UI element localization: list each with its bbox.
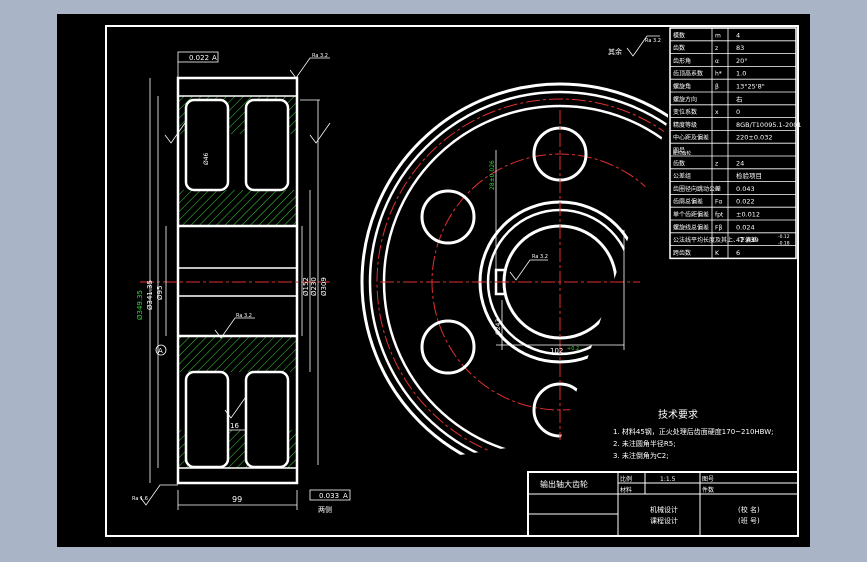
svg-text:Ra 3.2: Ra 3.2	[236, 313, 252, 319]
param-sym: m	[715, 32, 721, 39]
web-hatch-top	[178, 190, 297, 226]
material-label: 材料	[620, 486, 632, 494]
tip-diameter-label: Ø349.35	[136, 290, 144, 320]
param-sym: z	[715, 45, 718, 52]
svg-text:Ra 3.2: Ra 3.2	[312, 53, 328, 59]
svg-text:A: A	[212, 54, 217, 62]
param-val: 220±0.032	[736, 134, 772, 142]
scale-label: 比例	[620, 475, 632, 483]
param-name: 齿圈径向跳动公差	[673, 185, 721, 193]
param-name: 单个齿距偏差	[673, 211, 709, 219]
tech-req-item: 1. 材料45钢，正火处理后齿面硬度170~210HBW;	[613, 427, 774, 436]
param-name: 齿顶高系数	[673, 70, 703, 78]
svg-text:A: A	[158, 347, 163, 355]
param-val: 检验项目	[736, 171, 762, 180]
model-space	[57, 14, 810, 547]
hub-diameter-label: Ø152	[302, 277, 310, 296]
svg-text:0.033: 0.033	[319, 492, 339, 500]
svg-text:课程设计: 课程设计	[650, 516, 678, 525]
tolerance-lower: -0.18	[778, 240, 790, 246]
pitch-diameter-label: Ø341.35	[146, 280, 154, 310]
hole-diameter-label: Ø46	[203, 152, 210, 165]
hub-length-dimension: 16	[230, 422, 239, 430]
drawing-number-label: 图号	[702, 476, 714, 483]
width-dimension: 99	[232, 495, 242, 504]
param-val: 42.439	[736, 236, 759, 244]
tech-req-item: 3. 未注倒角为C2;	[613, 451, 669, 460]
param-val: 20°	[736, 57, 748, 65]
svg-text:Ra 3.2: Ra 3.2	[532, 254, 548, 260]
param-val: 0.043	[736, 185, 755, 193]
param-sym: h*	[715, 71, 722, 78]
pcd-label: Ø243	[495, 319, 502, 335]
param-name: 齿数	[673, 44, 685, 52]
param-sym: z	[715, 160, 718, 167]
tolerance-upper: -0.12	[778, 234, 790, 240]
param-sym: Fβ	[715, 224, 722, 231]
keyway-depth-label: 102	[550, 347, 563, 355]
param-name: 齿廓总偏差	[673, 198, 703, 206]
param-sym: β	[715, 84, 719, 91]
svg-text:0.022: 0.022	[189, 54, 209, 62]
web-hatch-bottom	[178, 336, 297, 372]
both-sides-note: 两侧	[318, 505, 332, 514]
svg-text:(班 号): (班 号)	[738, 516, 760, 525]
rest-roughness-note: 其余	[608, 47, 622, 56]
svg-text:Ra 3.2: Ra 3.2	[645, 38, 661, 44]
tech-req-item: 2. 未注圆角半径R5;	[613, 439, 676, 448]
pair-gear-label: 配对齿轮	[673, 150, 691, 157]
param-val: 1.0	[736, 70, 746, 78]
course-name: 机械设计	[650, 505, 678, 514]
quantity-label: 件数	[702, 486, 714, 494]
param-val: 24	[736, 159, 744, 167]
param-name: 齿形角	[673, 57, 691, 65]
scale-value: 1:1.5	[660, 476, 676, 483]
param-name: 公差组	[673, 172, 691, 180]
param-val: 0.024	[736, 223, 755, 231]
tech-req-title: 技术要求	[658, 408, 698, 421]
rim-diameter-label: Ø309	[320, 277, 328, 296]
svg-text:+0.2: +0.2	[567, 346, 579, 352]
param-val: 右	[736, 94, 743, 103]
school-name: (校 名)	[738, 505, 760, 514]
param-name: 精度等级	[673, 121, 697, 129]
param-val: 83	[736, 44, 744, 52]
svg-text:Ra 1.6: Ra 1.6	[132, 496, 148, 502]
param-name: 跨齿数	[673, 249, 691, 257]
param-val: 6	[736, 249, 740, 257]
param-val: 0	[736, 108, 740, 116]
key-width-label: 28±0.026	[489, 160, 496, 190]
param-name: 模数	[673, 31, 685, 39]
param-val: 8GB/T10095.1-2001	[736, 121, 802, 129]
param-val: ±0.012	[736, 211, 760, 219]
param-name: 中心距及偏差	[673, 134, 709, 142]
param-val: 13°25'8"	[736, 83, 765, 91]
param-sym: fpt	[715, 212, 724, 219]
svg-text:A: A	[343, 492, 348, 500]
bore-diameter-label: Ø95	[156, 286, 164, 300]
param-name: 变位系数	[673, 108, 697, 116]
param-sym: α	[715, 58, 719, 65]
drawing-canvas: 99 16 Ø349.35 Ø341.35 Ø95 Ø152 Ø230 Ø309…	[57, 14, 810, 547]
param-name: 螺旋方向	[673, 95, 697, 103]
param-val: 4	[736, 31, 740, 39]
param-sym: Fr	[715, 186, 721, 193]
drawing-title: 输出轴大齿轮	[540, 479, 588, 489]
param-sym: x	[715, 109, 719, 116]
param-name: 螺旋线总偏差	[673, 223, 709, 231]
param-val: 0.022	[736, 198, 755, 206]
param-name: 齿数	[673, 159, 685, 167]
param-name: 螺旋角	[673, 83, 691, 91]
param-sym: Fα	[715, 199, 722, 206]
web-diameter-label: Ø230	[310, 277, 318, 296]
cad-viewport: 99 16 Ø349.35 Ø341.35 Ø95 Ø152 Ø230 Ø309…	[0, 0, 867, 562]
